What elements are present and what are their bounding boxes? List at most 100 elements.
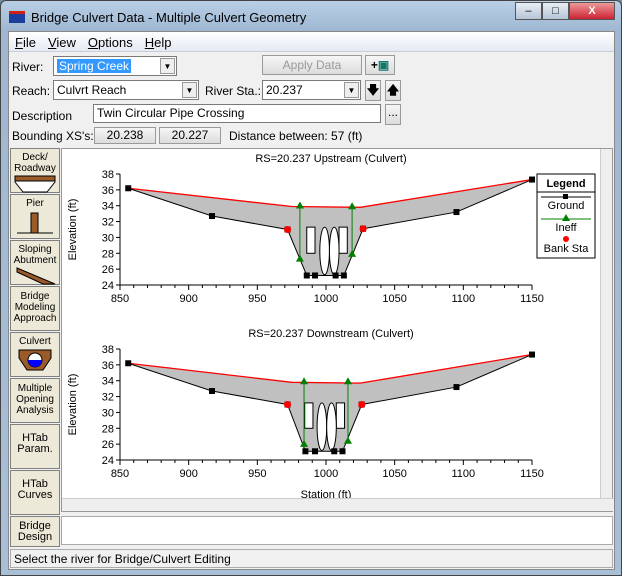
arrow-up-icon: 🡅 xyxy=(386,83,400,97)
chevron-down-icon[interactable]: ▼ xyxy=(182,82,197,98)
x-tick-label: 1150 xyxy=(520,468,544,480)
x-tick-label: 900 xyxy=(179,468,197,480)
legend-ground-marker xyxy=(563,194,568,199)
description-more-button[interactable]: ... xyxy=(385,104,401,125)
reach-select[interactable]: Culvrt Reach ▼ xyxy=(53,80,199,100)
menu-file[interactable]: File xyxy=(9,32,42,51)
legend-bank-marker xyxy=(563,236,569,242)
y-tick-label: 38 xyxy=(102,169,114,181)
horizontal-scrollbar[interactable] xyxy=(62,498,614,511)
x-tick-label: 1100 xyxy=(452,468,476,480)
distance-between: Distance between: 57 (ft) xyxy=(229,129,363,143)
river-sta-select[interactable]: 20.237 ▼ xyxy=(262,80,361,100)
arrow-down-icon: 🡇 xyxy=(366,83,380,97)
sloping-abutment-button[interactable]: Sloping Abutment xyxy=(10,240,60,285)
x-tick-label: 950 xyxy=(248,468,266,480)
deck-box xyxy=(306,226,316,254)
bank-station-point xyxy=(284,226,292,233)
multiple-opening-analysis-button[interactable]: Multiple Opening Analysis xyxy=(10,378,60,423)
culvert-opening xyxy=(319,226,330,276)
bank-station-point xyxy=(359,225,367,233)
status-bar: Select the river for Bridge/Culvert Edit… xyxy=(10,549,613,568)
menu-view[interactable]: View xyxy=(42,32,82,51)
client-area: File View Options Help River: Spring Cre… xyxy=(8,31,615,570)
x-tick-label: 1150 xyxy=(520,293,544,305)
camera-icon: ▣ xyxy=(377,58,390,72)
deck-roadway-button[interactable]: Deck/ Roadway xyxy=(10,148,60,193)
chevron-down-icon[interactable]: ▼ xyxy=(344,82,359,98)
x-tick-label: 850 xyxy=(111,468,129,480)
apply-data-button[interactable]: Apply Data xyxy=(262,55,362,75)
ground-point xyxy=(529,176,535,183)
y-tick-label: 34 xyxy=(102,201,114,213)
deck-icon xyxy=(14,175,56,193)
chevron-down-icon[interactable]: ▼ xyxy=(160,58,175,74)
window: Bridge Culvert Data - Multiple Culvert G… xyxy=(0,0,622,576)
bounding-upstream-button[interactable]: 20.238 xyxy=(94,127,156,144)
menu-bar: File View Options Help xyxy=(9,32,614,52)
description-label: Description xyxy=(12,109,73,123)
y-axis-label: Elevation (ft) xyxy=(67,374,79,436)
ineff-point xyxy=(300,377,309,385)
y-tick-label: 36 xyxy=(102,185,114,197)
maximize-button[interactable]: □ xyxy=(542,2,569,20)
vertical-scrollbar[interactable] xyxy=(600,149,612,499)
ineff-point xyxy=(343,377,352,385)
river-sta-label: River Sta.: xyxy=(205,84,262,98)
x-tick-label: 1000 xyxy=(314,293,338,305)
y-tick-label: 28 xyxy=(102,248,114,260)
cross-section-plots: RS=20.237 Upstream (Culvert) 24 26 28 30 32 34… xyxy=(67,153,596,501)
app-icon xyxy=(9,11,25,23)
x-tick-label: 1000 xyxy=(314,468,338,480)
description-input[interactable]: Twin Circular Pipe Crossing xyxy=(93,104,381,123)
ground-point xyxy=(453,384,460,391)
pier-button[interactable]: Pier xyxy=(10,194,60,239)
ground-point xyxy=(453,209,460,216)
chart-title: RS=20.237 Upstream (Culvert) xyxy=(255,153,406,165)
y-tick-label: 28 xyxy=(102,423,114,435)
window-title: Bridge Culvert Data - Multiple Culvert G… xyxy=(31,9,307,25)
y-tick-label: 24 xyxy=(102,280,114,292)
menu-options[interactable]: Options xyxy=(82,32,139,51)
ground-point xyxy=(302,448,309,455)
legend-title: Legend xyxy=(546,178,585,190)
bank-station-point xyxy=(284,401,292,408)
x-tick-label: 900 xyxy=(179,293,197,305)
ground-point xyxy=(529,351,535,358)
ground-point xyxy=(331,448,338,455)
x-tick-label: 850 xyxy=(111,293,129,305)
culvert-opening xyxy=(316,402,328,451)
x-tick-label: 950 xyxy=(248,293,266,305)
bounding-label: Bounding XS's: xyxy=(12,129,94,143)
x-tick-label: 1050 xyxy=(382,468,406,480)
add-picture-button[interactable]: +▣ xyxy=(365,55,395,75)
culvert-button[interactable]: Culvert xyxy=(10,332,60,377)
ground-point xyxy=(209,388,216,395)
bridge-design-button[interactable]: Bridge Design xyxy=(10,516,60,547)
bridge-modeling-approach-button[interactable]: Bridge Modeling Approach xyxy=(10,286,60,331)
bounding-downstream-button[interactable]: 20.227 xyxy=(159,127,221,144)
bank-station-point xyxy=(358,401,366,408)
next-up-button[interactable]: 🡅 xyxy=(385,80,401,101)
legend-ground-label: Ground xyxy=(548,200,585,212)
menu-help[interactable]: Help xyxy=(139,32,178,51)
next-down-button[interactable]: 🡇 xyxy=(365,80,381,101)
htab-param-button[interactable]: HTab Param. xyxy=(10,424,60,469)
y-tick-label: 32 xyxy=(102,217,114,229)
ground-point xyxy=(339,448,346,455)
deck-box xyxy=(335,402,346,429)
close-button[interactable]: X xyxy=(569,2,615,20)
river-select[interactable]: Spring Creek ▼ xyxy=(53,56,177,76)
htab-curves-button[interactable]: HTab Curves xyxy=(10,470,60,515)
minimize-button[interactable]: – xyxy=(515,2,542,20)
legend-ineff-label: Ineff xyxy=(555,222,577,234)
y-tick-label: 30 xyxy=(102,407,114,419)
y-tick-label: 30 xyxy=(102,232,114,244)
ground-point xyxy=(332,272,339,279)
ground-point xyxy=(312,272,319,279)
x-tick-label: 1100 xyxy=(452,293,476,305)
river-label: River: xyxy=(12,60,44,74)
ineff-point xyxy=(295,201,304,209)
y-tick-label: 32 xyxy=(102,392,114,404)
chart-panel: RS=20.237 Upstream (Culvert) 24 26 28 30 32 34… xyxy=(61,148,614,512)
